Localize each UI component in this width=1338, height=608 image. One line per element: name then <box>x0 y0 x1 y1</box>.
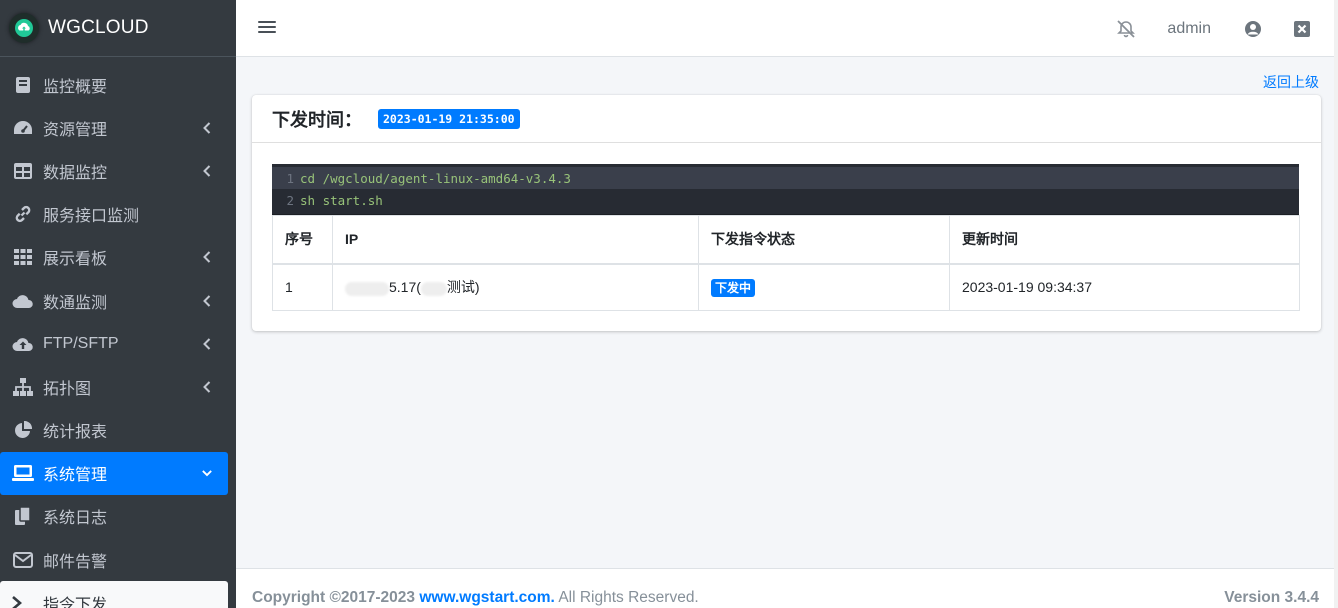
sidebar-item-service-api[interactable]: 服务接口监测 <box>0 193 228 236</box>
sidebar-item-overview[interactable]: 监控概要 <box>0 63 228 106</box>
card-title: 下发时间： <box>272 109 362 130</box>
sidebar-item-topology[interactable]: 拓扑图 <box>0 365 228 408</box>
sidebar-nav: 监控概要 资源管理 数据监控 服务接口监测 展示看板 数通监测 FTP/SFTP… <box>0 57 236 608</box>
sidebar-item-network[interactable]: 数通监测 <box>0 279 228 322</box>
sidebar-item-system-log[interactable]: 系统日志 <box>0 495 228 538</box>
back-link[interactable]: 返回上级 <box>1263 72 1319 92</box>
copyright-prefix: Copyright ©2017-2023 <box>252 589 420 606</box>
ip-suffix: 测试) <box>446 279 480 296</box>
top-right-group: admin <box>1115 0 1338 57</box>
sidebar-item-label: 系统日志 <box>43 510 108 528</box>
sidebar-item-label: 拓扑图 <box>43 380 92 398</box>
command-code-block[interactable]: 1 cd /wgcloud/agent-linux-amd64-v3.4.3 2… <box>272 164 1299 215</box>
sidebar-item-reports[interactable]: 统计报表 <box>0 409 228 452</box>
card-header: 下发时间： 2023-01-19 21:35:00 <box>252 95 1321 143</box>
sidebar-item-label: 监控概要 <box>43 78 108 96</box>
sidebar-item-data-monitor[interactable]: 数据监控 <box>0 149 228 192</box>
code-text: sh start.sh <box>300 192 383 208</box>
column-header: 下发指令状态 <box>698 215 950 265</box>
rights-text: All Rights Reserved. <box>554 589 699 606</box>
sidebar-item-label: 数通监测 <box>43 294 108 312</box>
sitemap-icon <box>12 376 34 398</box>
column-header: 序号 <box>272 215 333 265</box>
user-circle-icon[interactable] <box>1242 18 1264 40</box>
sidebar: WGCLOUD 监控概要 资源管理 数据监控 服务接口监测 展示看板 数通监测 … <box>0 0 236 608</box>
line-number: 2 <box>286 192 294 208</box>
close-square-icon[interactable] <box>1291 18 1313 40</box>
table-row: 1 5.17( 测试) 下发中 2023-01-19 09:34:37 <box>272 263 1300 311</box>
chevron-left-icon <box>202 337 212 351</box>
column-header: 更新时间 <box>949 215 1300 265</box>
sidebar-item-label: 系统管理 <box>43 467 108 485</box>
grid-icon <box>12 246 34 268</box>
sidebar-item-label: 资源管理 <box>43 121 108 139</box>
user-name[interactable]: admin <box>1167 20 1211 38</box>
code-text: cd /wgcloud/agent-linux-amd64-v3.4.3 <box>300 170 571 186</box>
sidebar-item-label: 展示看板 <box>43 251 108 269</box>
top-navbar: admin <box>236 0 1338 57</box>
terminal-icon <box>12 592 34 608</box>
version: Version 3.4.4 <box>1224 589 1319 606</box>
cloud-upload-icon <box>12 333 34 355</box>
page-scrollbar[interactable] <box>1334 0 1338 608</box>
sidebar-item-label: FTP/SFTP <box>43 334 119 352</box>
envelope-icon <box>12 549 34 571</box>
sidebar-item-label: 统计报表 <box>43 424 108 442</box>
code-line: 1 cd /wgcloud/agent-linux-amd64-v3.4.3 <box>272 167 1299 189</box>
status-badge: 下发中 <box>711 278 756 297</box>
row-index: 1 <box>272 263 333 311</box>
command-card: 下发时间： 2023-01-19 21:35:00 1 cd /wgcloud/… <box>252 95 1321 331</box>
row-ip: 5.17( 测试) <box>332 263 699 311</box>
sidebar-item-label: 数据监控 <box>43 164 108 182</box>
laptop-icon <box>12 462 34 484</box>
table-icon <box>12 160 34 182</box>
copyright: Copyright ©2017-2023 www.wgstart.com. Al… <box>252 589 699 607</box>
ip-visible: 5.17( <box>389 279 421 296</box>
dispatch-table: 序号 IP 下发指令状态 更新时间 1 5.17( 测试) 下发中 2023-01… <box>272 215 1300 311</box>
sidebar-item-command[interactable]: 指令下发 <box>0 581 228 608</box>
sidebar-item-system[interactable]: 系统管理 <box>0 451 228 495</box>
line-number: 1 <box>286 170 294 186</box>
sidebar-item-label: 指令下发 <box>43 596 108 608</box>
sidebar-item-mail-alert[interactable]: 邮件告警 <box>0 538 228 581</box>
redacted-host <box>420 281 447 296</box>
bell-slash-icon[interactable] <box>1115 18 1137 40</box>
row-status: 下发中 <box>698 263 950 311</box>
sidebar-item-label: 服务接口监测 <box>43 208 140 226</box>
chevron-left-icon <box>202 380 212 394</box>
footer: Copyright ©2017-2023 www.wgstart.com. Al… <box>236 568 1338 608</box>
chevron-left-icon <box>202 121 212 135</box>
row-updated: 2023-01-19 09:34:37 <box>949 263 1300 311</box>
chevron-left-icon <box>202 294 212 308</box>
tachometer-icon <box>12 117 34 139</box>
chevron-left-icon <box>202 164 212 178</box>
sidebar-item-ftp[interactable]: FTP/SFTP <box>0 322 228 365</box>
table-header-row: 序号 IP 下发指令状态 更新时间 <box>272 215 1300 265</box>
pie-chart-icon <box>12 419 34 441</box>
chevron-left-icon <box>202 250 212 264</box>
cloud-icon <box>12 290 34 312</box>
hamburger-icon[interactable] <box>258 18 276 38</box>
sidebar-item-dashboard[interactable]: 展示看板 <box>0 236 228 279</box>
sidebar-item-resources[interactable]: 资源管理 <box>0 106 228 149</box>
link-icon <box>12 203 34 225</box>
sidebar-item-label: 邮件告警 <box>43 553 108 571</box>
copy-icon <box>12 505 34 527</box>
brand[interactable]: WGCLOUD <box>0 0 236 57</box>
book-icon <box>12 74 34 96</box>
dispatch-time-badge: 2023-01-19 21:35:00 <box>378 108 520 129</box>
code-line: 2 sh start.sh <box>272 189 1299 211</box>
column-header: IP <box>332 215 699 265</box>
site-link[interactable]: www.wgstart.com. <box>419 589 555 606</box>
chevron-down-icon <box>202 466 212 480</box>
brand-name: WGCLOUD <box>48 17 149 38</box>
cloud-upload-icon <box>9 13 39 43</box>
main-content: 返回上级 下发时间： 2023-01-19 21:35:00 1 cd /wgc… <box>236 57 1338 568</box>
redacted-ip-prefix <box>345 281 389 296</box>
